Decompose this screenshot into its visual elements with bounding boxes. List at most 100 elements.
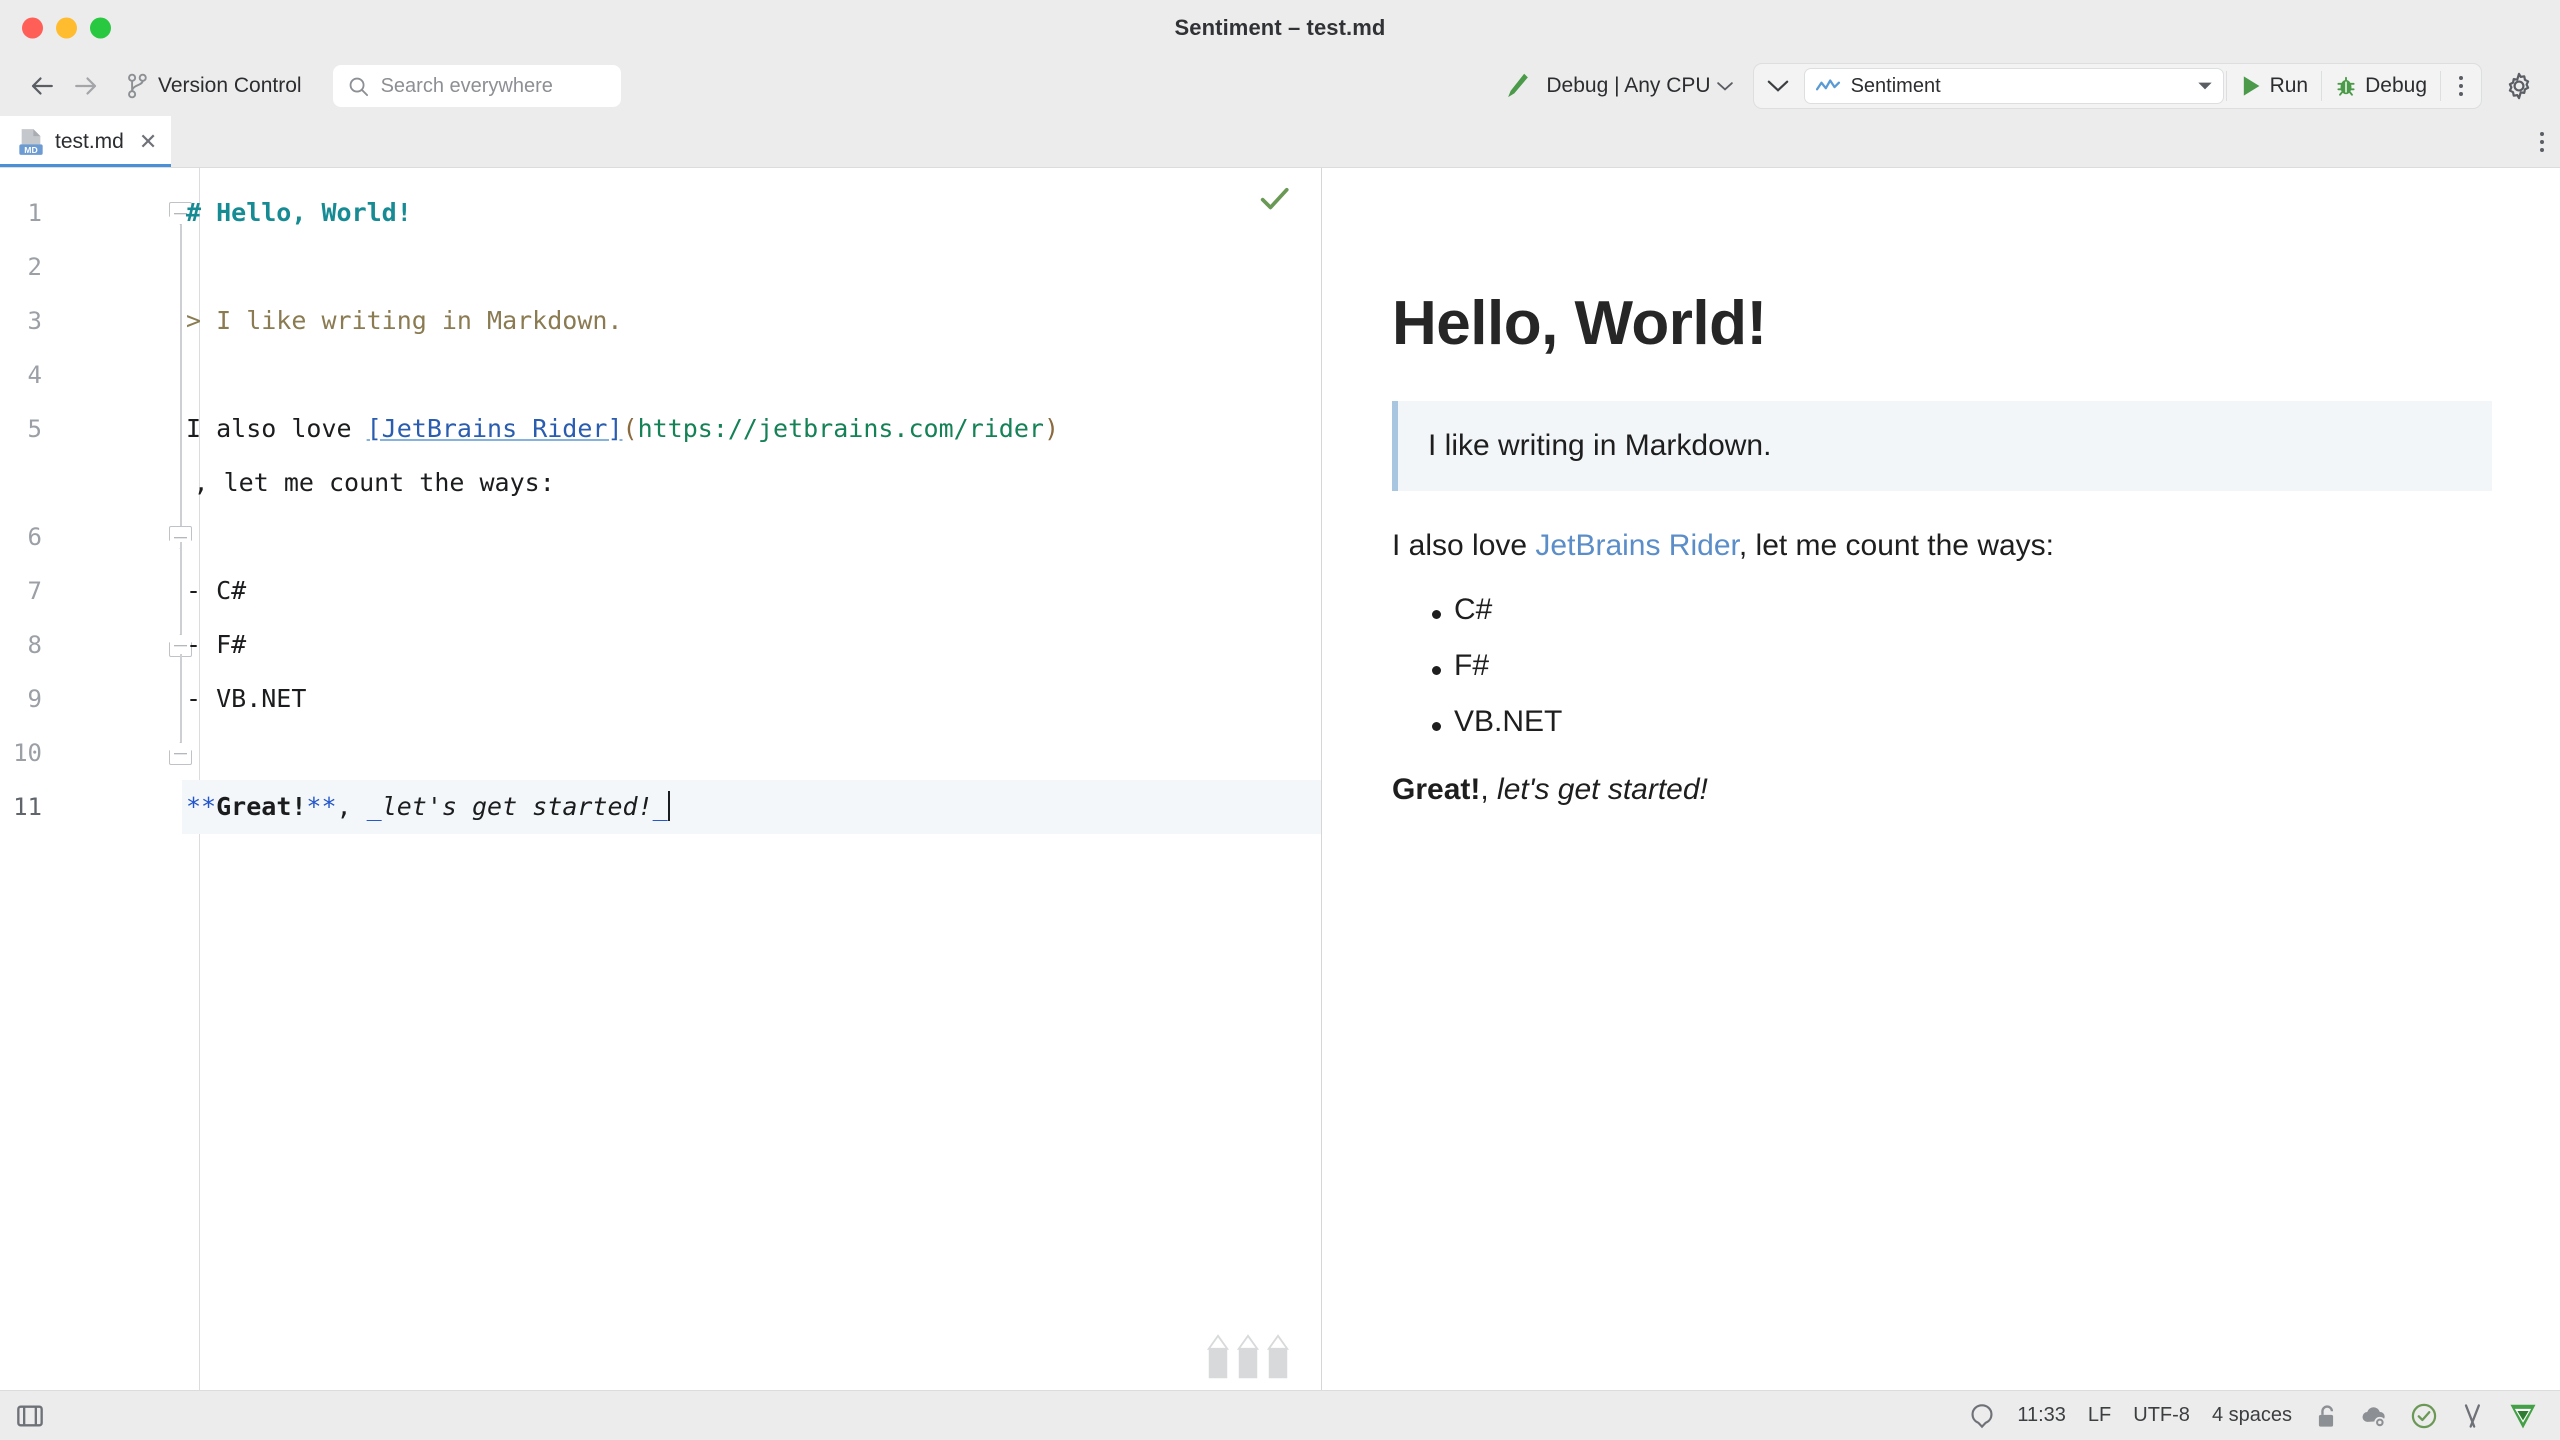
- line-number: 8: [27, 631, 42, 659]
- arrow-left-icon: [31, 77, 53, 95]
- line-number: 9: [27, 685, 42, 713]
- search-everywhere-field[interactable]: Search everywhere: [332, 65, 621, 107]
- file-lock-button[interactable]: [2314, 1403, 2338, 1429]
- preview-heading: Hello, World!: [1392, 289, 1767, 358]
- preview-paragraph: I also love JetBrains Rider, let me coun…: [1392, 529, 2500, 563]
- version-control-button[interactable]: Version Control: [114, 67, 315, 105]
- italic-text-token: let's get started!: [381, 792, 653, 821]
- paren-close-token: ): [1043, 414, 1060, 443]
- preview-list: C# F# VB.NET: [1392, 593, 2500, 739]
- search-status-icon: [1971, 1403, 1993, 1428]
- rider-ide-window: Sentiment – test.md Version Control Sear…: [0, 0, 2560, 1440]
- code-line-11: **Great!**, _let's get started!_: [182, 780, 1321, 834]
- tab-options-button[interactable]: [2540, 116, 2544, 168]
- list-item: VB.NET: [1392, 705, 2500, 739]
- debug-button-label: Debug: [2365, 74, 2427, 97]
- preview-blockquote: I like writing in Markdown.: [1392, 401, 2492, 491]
- inspection-ok-check-icon: [1260, 187, 1289, 210]
- code-line-8: - F#: [182, 618, 1321, 672]
- code-text-area[interactable]: # Hello, World! > I like writing in Mark…: [182, 168, 1321, 1390]
- solution-configuration-label[interactable]: Debug | Any CPU: [1546, 74, 1710, 98]
- em-marker-token: _: [366, 792, 382, 821]
- preview-link-jetbrains-rider[interactable]: JetBrains Rider: [1535, 529, 1738, 562]
- code-line-7: - C#: [182, 564, 1321, 618]
- unlocked-icon: [2318, 1404, 2334, 1427]
- nuget-status-button[interactable]: [2460, 1402, 2486, 1430]
- nuget-icon: [2464, 1403, 2480, 1428]
- run-configuration-select[interactable]: Sentiment: [1803, 68, 2224, 104]
- line-separator-label[interactable]: LF: [2088, 1404, 2111, 1427]
- code-line-5-wrap: , let me count the ways:: [182, 456, 1321, 510]
- line-number: 1: [27, 199, 42, 227]
- debug-bug-icon: [2337, 76, 2355, 96]
- more-vertical-icon: [2540, 132, 2544, 152]
- more-vertical-icon: [2459, 76, 2463, 96]
- tab-label: test.md: [55, 129, 124, 153]
- comma-token: ,: [336, 792, 367, 821]
- preview-blockquote-text: I like writing in Markdown.: [1428, 429, 1772, 462]
- indent-label[interactable]: 4 spaces: [2212, 1404, 2292, 1427]
- debug-button[interactable]: Debug: [2322, 64, 2440, 108]
- run-play-icon: [2243, 76, 2259, 96]
- list-item-token: - F#: [186, 630, 247, 659]
- line-number: 5: [27, 415, 42, 443]
- branch-icon: [128, 73, 147, 99]
- cloud-settings-icon: [2362, 1406, 2386, 1428]
- back-button[interactable]: [22, 65, 64, 107]
- em-marker-token: _: [652, 792, 668, 821]
- run-widget: Sentiment Run Debug: [1752, 63, 2482, 109]
- rider-logo-icon: [2510, 1404, 2536, 1428]
- tab-test-md[interactable]: MD test.md ✕: [0, 116, 172, 167]
- run-widget-expand-button[interactable]: [1754, 64, 1802, 108]
- preview-italic-text: let's get started!: [1497, 773, 1708, 806]
- encoding-label[interactable]: UTF-8: [2133, 1404, 2190, 1427]
- title-bar: Sentiment – test.md: [0, 0, 2560, 56]
- code-line-5: I also love [JetBrains Rider](https://je…: [182, 402, 1321, 456]
- editor-tab-bar: MD test.md ✕: [0, 116, 2560, 168]
- chevron-down-icon: [2197, 82, 2212, 90]
- run-button-label: Run: [2269, 74, 2309, 97]
- forward-button[interactable]: [64, 65, 106, 107]
- toggle-tool-window-button[interactable]: [16, 1403, 44, 1429]
- close-icon[interactable]: ✕: [139, 130, 157, 153]
- time-label: 11:33: [2017, 1404, 2066, 1426]
- run-button[interactable]: Run: [2227, 64, 2322, 108]
- version-control-label: Version Control: [158, 74, 302, 97]
- gear-icon: [2508, 72, 2530, 100]
- inspection-status-widget[interactable]: [1257, 182, 1291, 221]
- preview-paragraph-pre: I also love: [1392, 529, 1536, 562]
- pencils-watermark-icon: [1205, 1334, 1291, 1382]
- list-item: F#: [1392, 649, 2500, 683]
- line-number: 4: [27, 361, 42, 389]
- rider-logo-button[interactable]: [2508, 1401, 2538, 1431]
- line-number: 6: [27, 523, 42, 551]
- run-widget-more-button[interactable]: [2441, 76, 2481, 96]
- svg-text:MD: MD: [24, 144, 37, 154]
- line-number: 2: [27, 253, 42, 281]
- main-toolbar: Version Control Search everywhere Debug …: [0, 56, 2560, 116]
- link-url-token[interactable]: https://jetbrains.com/rider: [638, 414, 1044, 443]
- text-caret: [667, 791, 670, 821]
- bold-marker-token: **: [306, 792, 337, 821]
- build-hammer-icon: [1508, 73, 1529, 98]
- inspection-status-button[interactable]: [2410, 1402, 2438, 1430]
- editor-gutter[interactable]: 1 2 3 4 5 6 7 8 9 10 11: [0, 168, 200, 1390]
- cloud-settings-button[interactable]: [2360, 1403, 2388, 1429]
- link-label-token[interactable]: [JetBrains Rider]: [367, 414, 623, 443]
- paragraph-wrap-text: , let me count the ways:: [193, 468, 555, 497]
- search-status-button[interactable]: [1969, 1403, 1995, 1429]
- heading-token: # Hello, World!: [186, 198, 412, 227]
- line-number: 11: [13, 793, 42, 821]
- run-configuration-name: Sentiment: [1850, 74, 1941, 97]
- chevron-down-icon[interactable]: [1716, 80, 1733, 92]
- markdown-editor-pane[interactable]: 1 2 3 4 5 6 7 8 9 10 11 # Hello, World! …: [0, 168, 1322, 1390]
- build-button[interactable]: [1498, 70, 1538, 102]
- paren-open-token: (: [622, 414, 638, 443]
- markdown-preview-pane[interactable]: Hello, World! I like writing in Markdown…: [1322, 168, 2560, 1390]
- preview-comma: ,: [1480, 773, 1498, 806]
- search-placeholder: Search everywhere: [380, 74, 553, 97]
- settings-button[interactable]: [2498, 72, 2540, 100]
- paragraph-text: I also love: [186, 414, 367, 443]
